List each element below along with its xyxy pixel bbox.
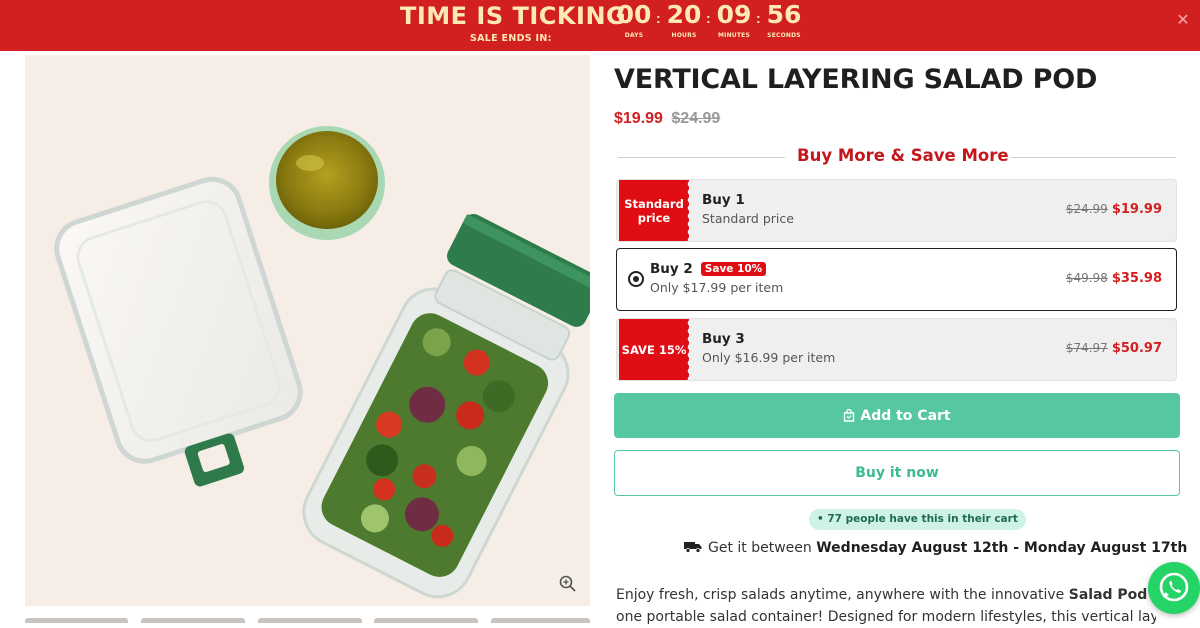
countdown-hours: 20 HOURS: [664, 0, 704, 39]
bundle-price: $24.99 $19.99: [1066, 202, 1162, 217]
countdown-minutes: 09 MINUTES: [714, 0, 754, 39]
zoom-in-icon[interactable]: [558, 574, 578, 594]
bundle-sale-price: $50.97: [1111, 341, 1162, 356]
product-image[interactable]: [25, 55, 590, 606]
radio-selected-icon[interactable]: [628, 271, 644, 287]
product-title: VERTICAL LAYERING SALAD POD: [614, 64, 1098, 95]
add-to-cart-label: Add to Cart: [860, 407, 951, 424]
countdown-seconds-value: 56: [766, 0, 802, 29]
bundle-subtitle: Standard price: [702, 211, 794, 226]
bundle-title: Buy 2: [650, 261, 693, 277]
description-line: Enjoy fresh, crisp salads anytime, anywh…: [616, 584, 1156, 606]
countdown-seconds: 56 SECONDS: [764, 0, 804, 39]
tag-edge: [683, 180, 691, 241]
description-line: one portable salad container! Designed f…: [616, 609, 1156, 625]
save-badge: Save 10%: [700, 262, 767, 276]
bundle-option-buy-2[interactable]: Buy 2 Save 10% Only $17.99 per item $49.9…: [616, 248, 1177, 311]
bundle-compare-price: $74.97: [1065, 341, 1108, 355]
cart-count-badge: • 77 people have this in their cart: [809, 509, 1026, 530]
countdown-hours-label: HOURS: [671, 32, 697, 39]
thumbnail[interactable]: [25, 618, 128, 623]
delivery-estimate: Get it between Wednesday August 12th - M…: [684, 540, 1187, 556]
bundle-price: $49.98 $35.98: [1066, 271, 1162, 286]
banner-title: TIME IS TICKING: [400, 2, 627, 30]
truck-icon: [684, 542, 702, 553]
buy-now-button[interactable]: Buy it now: [614, 450, 1180, 496]
salad-pod-photo: [25, 55, 590, 606]
countdown-days-label: DAYS: [624, 32, 644, 39]
bundle-heading: Buy More & Save More: [797, 146, 1009, 165]
bundle-subtitle: Only $17.99 per item: [650, 280, 784, 295]
thumbnail[interactable]: [141, 618, 245, 623]
countdown-hours-value: 20: [666, 0, 702, 29]
bundle-subtitle: Only $16.99 per item: [702, 350, 836, 365]
countdown-separator: :: [656, 10, 661, 26]
bundle-compare-price: $49.98: [1065, 271, 1108, 285]
add-to-cart-button[interactable]: Add to Cart: [614, 393, 1180, 438]
whatsapp-icon: [1159, 572, 1189, 602]
bundle-title-row: Buy 2 Save 10%: [650, 261, 767, 277]
bundle-tag: Standard price: [619, 180, 689, 241]
countdown-banner: TIME IS TICKING SALE ENDS IN: 00 DAYS : …: [0, 0, 1200, 51]
whatsapp-chat-button[interactable]: [1148, 562, 1200, 614]
bundle-sale-price: $19.99: [1111, 202, 1162, 217]
countdown-minutes-value: 09: [716, 0, 752, 29]
bundle-title: Buy 3: [702, 331, 745, 347]
delivery-prefix: Get it between: [708, 540, 812, 556]
countdown-separator: :: [706, 10, 711, 26]
thumbnail-strip: [25, 618, 590, 623]
bundle-sale-price: $35.98: [1111, 271, 1162, 286]
product-description: Enjoy fresh, crisp salads anytime, anywh…: [616, 584, 1156, 628]
product-price: $19.99 $24.99: [614, 110, 720, 128]
countdown-separator: :: [756, 10, 761, 26]
description-text: Enjoy fresh, crisp salads anytime, anywh…: [616, 587, 1069, 603]
shopping-bag-icon: [844, 409, 855, 422]
bundle-option-buy-1[interactable]: Standard price Buy 1 Standard price $24.…: [616, 179, 1177, 242]
banner-subtitle: SALE ENDS IN:: [470, 33, 552, 44]
compare-price: $24.99: [671, 110, 721, 127]
bundle-tag: SAVE 15%: [619, 319, 689, 380]
bundle-option-buy-3[interactable]: SAVE 15% Buy 3 Only $16.99 per item $74.…: [616, 318, 1177, 381]
thumbnail[interactable]: [374, 618, 478, 623]
tag-edge: [683, 319, 691, 380]
bundle-compare-price: $24.99: [1065, 202, 1108, 216]
bundle-title: Buy 1: [702, 192, 745, 208]
description-highlight: Salad Pod: [1068, 587, 1148, 603]
countdown-seconds-label: SECONDS: [767, 32, 801, 39]
countdown-days-value: 00: [616, 0, 652, 29]
countdown-days: 00 DAYS: [614, 0, 654, 39]
countdown-minutes-label: MINUTES: [717, 32, 750, 39]
bundle-price: $74.97 $50.97: [1066, 341, 1162, 356]
thumbnail[interactable]: [258, 618, 362, 623]
delivery-range: Wednesday August 12th - Monday August 17…: [816, 540, 1188, 556]
sale-price: $19.99: [614, 110, 663, 127]
divider: [618, 157, 785, 158]
thumbnail[interactable]: [491, 618, 590, 623]
divider: [1011, 157, 1176, 158]
buy-now-label: Buy it now: [855, 465, 939, 481]
close-icon[interactable]: ✕: [1172, 10, 1194, 32]
